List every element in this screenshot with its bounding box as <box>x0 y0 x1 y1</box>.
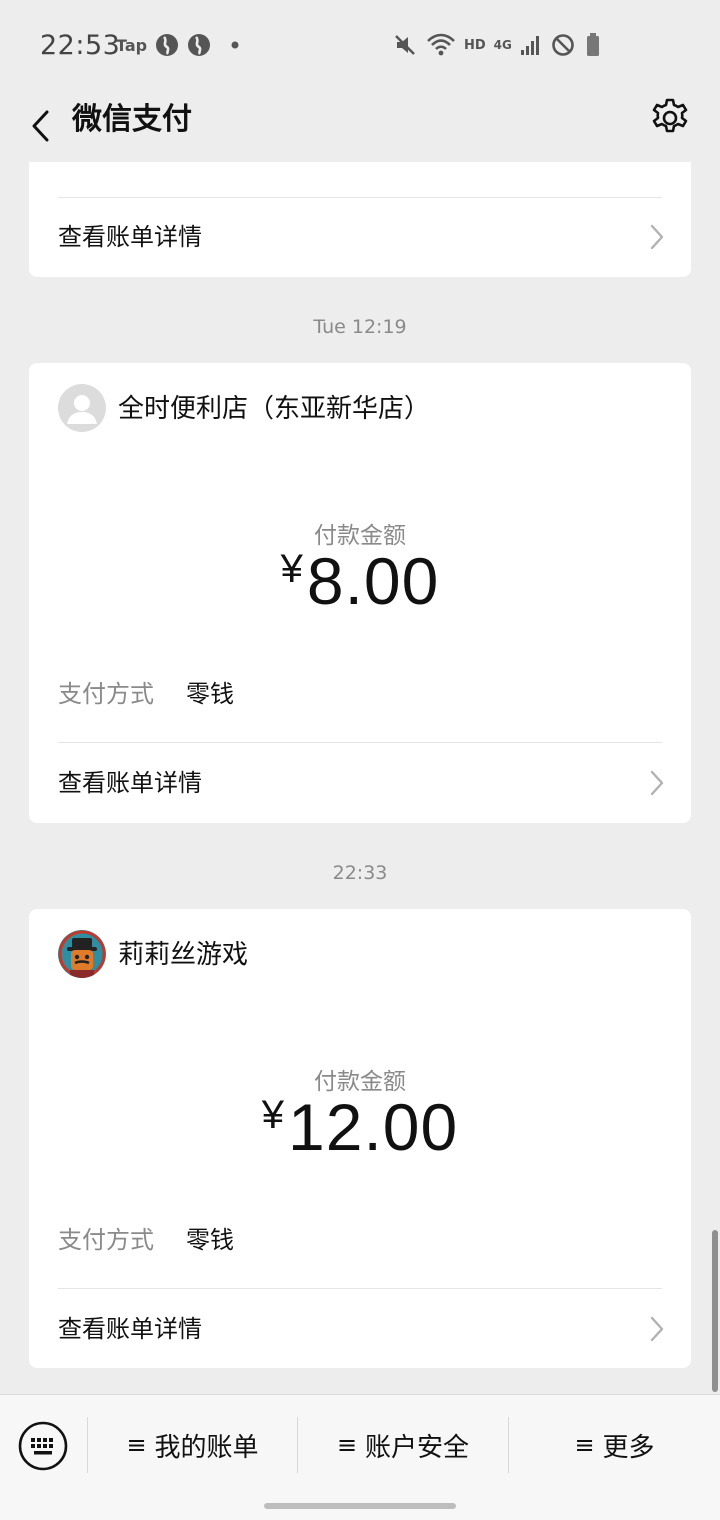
menu-item-label: 账户安全 <box>365 1432 470 1463</box>
browser-globe-icon <box>188 34 211 56</box>
status-left-icons: Tap <box>116 32 249 58</box>
wifi-icon <box>427 33 455 56</box>
back-button[interactable] <box>20 100 60 152</box>
chevron-right-icon <box>650 1316 664 1342</box>
network-type-label: 4G <box>493 38 512 52</box>
settings-button[interactable] <box>648 96 692 140</box>
merchant-avatar[interactable] <box>58 384 106 432</box>
keyboard-toggle-button[interactable] <box>18 1421 68 1471</box>
amount-value: 8.00 <box>306 544 440 618</box>
bottom-menu-bar: ≡ 我的账单 ≡ 账户安全 ≡ 更多 <box>0 1394 720 1520</box>
merchant-avatar[interactable] <box>58 930 106 978</box>
home-indicator[interactable] <box>264 1503 456 1509</box>
message-timestamp: 22:33 <box>332 862 388 884</box>
pay-method-label: 支付方式 <box>58 680 154 708</box>
view-bill-details-row[interactable]: 查看账单详情 <box>29 1289 691 1369</box>
menu-item-label: 更多 <box>602 1432 655 1463</box>
notification-dot-icon <box>231 41 239 49</box>
payment-amount: ¥8.00 <box>29 543 691 619</box>
menu-account-security[interactable]: ≡ 账户安全 <box>298 1417 508 1473</box>
signal-icon <box>520 36 539 55</box>
default-user-avatar-icon <box>58 384 106 432</box>
payment-message-feed[interactable]: 查看账单详情 Tue 12:19 全时便利店（东亚新华店） 付款金额 ¥8.00… <box>0 162 720 1394</box>
payment-amount: ¥12.00 <box>29 1089 691 1165</box>
menu-list-icon: ≡ <box>126 1431 147 1459</box>
scrollbar[interactable] <box>712 1230 718 1392</box>
menu-list-icon: ≡ <box>574 1431 595 1459</box>
payment-card: 莉莉丝游戏 付款金额 ¥12.00 支付方式 零钱 查看账单详情 <box>29 909 691 1368</box>
keyboard-icon <box>18 1421 68 1471</box>
chevron-left-icon <box>32 110 49 142</box>
hd-indicator: HD <box>464 37 486 53</box>
browser-globe-icon <box>156 34 179 56</box>
pay-method-value: 零钱 <box>186 1226 234 1254</box>
menu-my-bills[interactable]: ≡ 我的账单 <box>88 1417 297 1473</box>
battery-icon <box>586 33 599 56</box>
payment-card-partial: 查看账单详情 <box>29 162 691 277</box>
view-bill-details-label: 查看账单详情 <box>58 1315 202 1343</box>
view-bill-details-row[interactable]: 查看账单详情 <box>29 743 691 823</box>
amount-value: 12.00 <box>288 1090 459 1164</box>
pay-method-label: 支付方式 <box>58 1226 154 1254</box>
page-title: 微信支付 <box>72 102 192 137</box>
currency-symbol: ¥ <box>280 547 303 591</box>
mute-icon <box>395 35 415 55</box>
do-not-disturb-icon <box>552 34 574 56</box>
gear-icon <box>652 98 688 133</box>
merchant-name[interactable]: 莉莉丝游戏 <box>118 935 248 975</box>
menu-more[interactable]: ≡ 更多 <box>509 1417 720 1473</box>
view-bill-details-row[interactable]: 查看账单详情 <box>29 197 691 277</box>
view-bill-details-label: 查看账单详情 <box>58 769 202 797</box>
view-bill-details-label: 查看账单详情 <box>58 223 202 251</box>
game-character-avatar-icon <box>58 930 106 978</box>
pay-method-value: 零钱 <box>186 680 234 708</box>
menu-list-icon: ≡ <box>336 1431 358 1459</box>
chevron-right-icon <box>650 770 664 796</box>
nav-header: 微信支付 <box>0 90 720 162</box>
menu-item-label: 我的账单 <box>154 1432 259 1463</box>
status-time: 22:53 <box>40 30 121 61</box>
currency-symbol: ¥ <box>261 1093 285 1137</box>
merchant-name[interactable]: 全时便利店（东亚新华店） <box>118 389 430 429</box>
status-right-icons: HD 4G <box>392 30 602 60</box>
chevron-right-icon <box>650 224 664 250</box>
message-timestamp: Tue 12:19 <box>313 316 407 338</box>
payment-card: 全时便利店（东亚新华店） 付款金额 ¥8.00 支付方式 零钱 查看账单详情 <box>29 363 691 823</box>
status-bar: 22:53 Tap HD 4G <box>0 0 720 90</box>
tap-app-icon: Tap <box>116 35 148 55</box>
